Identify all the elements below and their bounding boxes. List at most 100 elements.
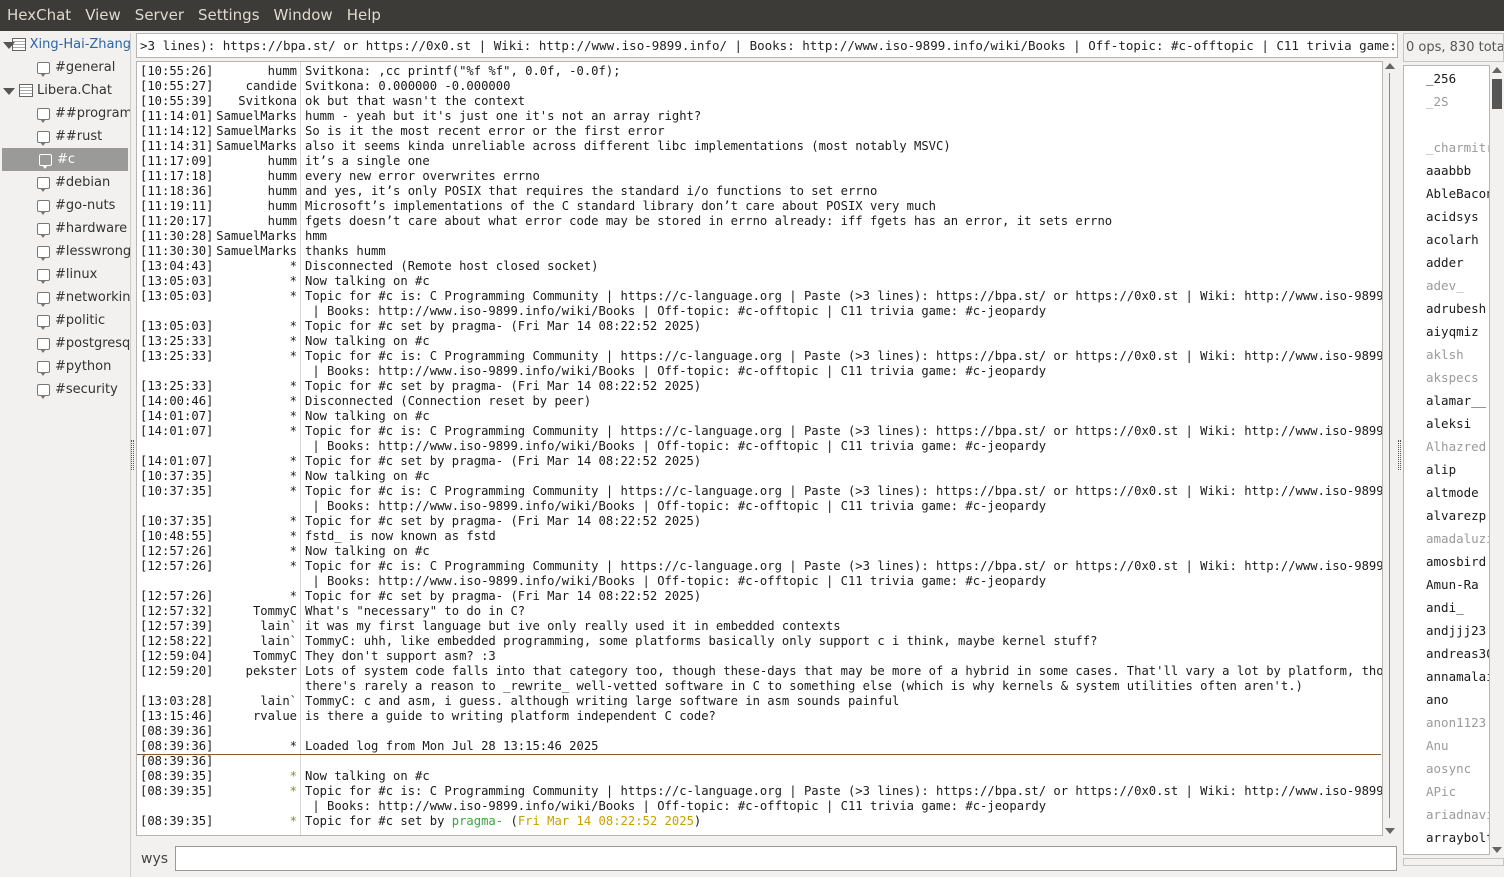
nick[interactable]: candide <box>246 79 297 94</box>
nick[interactable]: * <box>290 769 297 784</box>
tree-server[interactable]: Xing-Hai-Zhang <box>0 33 130 56</box>
nick[interactable]: * <box>290 259 297 274</box>
nick[interactable]: lain` <box>260 619 297 634</box>
nick[interactable]: humm <box>268 214 297 229</box>
userlist-hscrollbar[interactable] <box>1403 858 1504 866</box>
tree-channel[interactable]: #debian <box>0 171 130 194</box>
userlist-scroll-thumb[interactable] <box>1492 79 1502 109</box>
user-list-item[interactable]: aosync <box>1426 757 1471 780</box>
expander-icon[interactable] <box>3 40 14 50</box>
tree-channel[interactable]: #general <box>0 56 130 79</box>
tree-channel[interactable]: #security <box>0 378 130 401</box>
nick[interactable]: humm <box>268 184 297 199</box>
user-list-item[interactable]: altmode <box>1426 481 1479 504</box>
user-list-item[interactable]: acolarh <box>1426 228 1479 251</box>
chat-scrollbar[interactable] <box>1384 61 1396 836</box>
user-list-item[interactable]: Alhazred <box>1426 435 1486 458</box>
nick[interactable]: * <box>290 379 297 394</box>
tree-channel[interactable]: #go-nuts <box>0 194 130 217</box>
user-list-item[interactable]: adev_ <box>1426 274 1464 297</box>
nick[interactable]: humm <box>268 154 297 169</box>
chat-log[interactable]: [10:55:26] humm Svitkona: ,cc printf("%f %… <box>136 61 1383 836</box>
user-list-item[interactable]: anon1123 <box>1426 711 1486 734</box>
menu-hexchat[interactable]: HexChat <box>0 0 78 31</box>
user-list-item[interactable]: arraybolt3 <box>1426 826 1489 849</box>
user-list-item[interactable]: alvarezp <box>1426 504 1486 527</box>
nick[interactable]: SamuelMarks <box>216 244 297 259</box>
user-list-item[interactable]: aklsh <box>1426 343 1464 366</box>
nick[interactable]: rvalue <box>253 709 297 724</box>
user-list-item[interactable]: APic <box>1426 780 1456 803</box>
tree-channel[interactable]: ##programming <box>0 102 130 125</box>
nick[interactable]: * <box>290 424 297 439</box>
user-list-item[interactable]: AbleBacon <box>1426 182 1489 205</box>
left-pane-grip[interactable] <box>131 440 134 470</box>
nick[interactable]: lain` <box>260 694 297 709</box>
nick[interactable]: * <box>290 349 297 364</box>
nick[interactable]: * <box>290 544 297 559</box>
nick[interactable]: TommyC <box>253 604 297 619</box>
nick[interactable]: * <box>290 784 297 799</box>
user-list-item[interactable]: aiyqmiz <box>1426 320 1479 343</box>
user-list-item[interactable]: Anu <box>1426 734 1449 757</box>
tree-channel[interactable]: #postgresql <box>0 332 130 355</box>
menu-server[interactable]: Server <box>128 0 191 31</box>
nick[interactable]: * <box>290 289 297 304</box>
nick[interactable]: SamuelMarks <box>216 229 297 244</box>
topic-bar[interactable]: >3 lines): https://bpa.st/ or https://0x… <box>136 33 1398 58</box>
user-list-item[interactable]: ariadnavigo <box>1426 803 1489 826</box>
scroll-up-icon[interactable] <box>1385 63 1395 69</box>
nick[interactable]: * <box>290 454 297 469</box>
tree-channel[interactable]: #hardware <box>0 217 130 240</box>
userlist-scroll-down-icon[interactable] <box>1492 847 1502 853</box>
scroll-down-icon[interactable] <box>1385 828 1395 834</box>
user-list-item[interactable]: adder <box>1426 251 1464 274</box>
tree-channel[interactable]: #linux <box>0 263 130 286</box>
user-list-item[interactable]: andjjj23 <box>1426 619 1486 642</box>
topic-setter[interactable]: pragma- <box>452 814 503 828</box>
nick[interactable]: SamuelMarks <box>216 109 297 124</box>
user-list-item[interactable]: aaabbb <box>1426 159 1471 182</box>
tree-channel[interactable]: ##rust <box>0 125 130 148</box>
nick[interactable]: TommyC <box>253 649 297 664</box>
user-list-item[interactable]: acidsys <box>1426 205 1479 228</box>
nick-button[interactable]: wys <box>141 851 168 867</box>
nick[interactable]: * <box>290 409 297 424</box>
userlist-scroll-up-icon[interactable] <box>1492 67 1502 73</box>
user-list-item[interactable]: amosbird <box>1426 550 1486 573</box>
nick[interactable]: SamuelMarks <box>216 124 297 139</box>
nick[interactable]: * <box>290 559 297 574</box>
menu-help[interactable]: Help <box>340 0 388 31</box>
nick[interactable]: pekster <box>246 664 297 679</box>
tree-channel[interactable]: #python <box>0 355 130 378</box>
user-list[interactable]: _256_2S_charmitroaaabbbAbleBaconacidsysa… <box>1403 65 1490 855</box>
nick[interactable]: * <box>290 484 297 499</box>
tree-channel[interactable]: #lesswrong <box>0 240 130 263</box>
nick[interactable]: * <box>290 274 297 289</box>
userlist-scrollbar[interactable] <box>1490 65 1504 855</box>
menu-window[interactable]: Window <box>267 0 340 31</box>
user-list-item[interactable]: amadaluzia <box>1426 527 1489 550</box>
nick[interactable]: * <box>290 334 297 349</box>
nick[interactable]: humm <box>268 64 297 79</box>
user-list-item[interactable]: annamalai <box>1426 665 1489 688</box>
user-list-item[interactable]: ano <box>1426 688 1449 711</box>
user-list-item[interactable]: andreas303 <box>1426 642 1489 665</box>
nick[interactable]: * <box>290 469 297 484</box>
nick[interactable]: Svitkona <box>238 94 297 109</box>
user-list-item[interactable]: akspecs <box>1426 366 1479 389</box>
tree-server[interactable]: Libera.Chat <box>0 79 130 102</box>
tree-channel[interactable]: #networking <box>0 286 130 309</box>
nick[interactable]: * <box>290 394 297 409</box>
menu-view[interactable]: View <box>78 0 128 31</box>
tree-channel[interactable]: #c <box>2 148 128 171</box>
user-list-item[interactable]: Amun-Ra <box>1426 573 1479 596</box>
nick[interactable]: * <box>290 589 297 604</box>
nick[interactable]: humm <box>268 199 297 214</box>
user-list-item[interactable]: andi_ <box>1426 596 1464 619</box>
user-list-item[interactable]: _256 <box>1426 67 1456 90</box>
expander-icon[interactable] <box>3 86 15 96</box>
nick[interactable]: SamuelMarks <box>216 139 297 154</box>
right-pane-grip[interactable] <box>1398 440 1401 470</box>
nick[interactable]: * <box>290 514 297 529</box>
